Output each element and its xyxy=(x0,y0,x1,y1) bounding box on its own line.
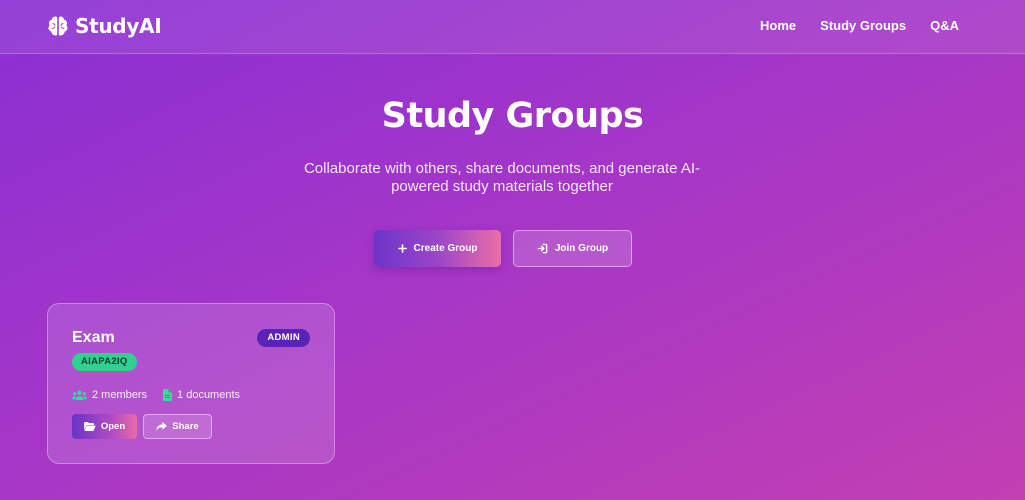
brain-icon xyxy=(46,14,70,38)
create-group-label: Create Group xyxy=(413,243,478,254)
nav-link-qa[interactable]: Q&A xyxy=(930,18,959,33)
share-group-button[interactable]: Share xyxy=(143,414,212,439)
open-label: Open xyxy=(100,421,126,432)
group-code-badge: AIAPA2IQ xyxy=(72,353,137,371)
plus-icon xyxy=(397,244,407,253)
join-group-label: Join Group xyxy=(554,243,609,254)
sign-in-icon xyxy=(537,243,548,254)
top-navbar: StudyAI Home Study Groups Q&A xyxy=(0,0,1025,54)
group-stats: 2 members 1 documents xyxy=(72,389,240,401)
documents-count: 1 documents xyxy=(177,389,241,401)
group-name: Exam xyxy=(72,329,115,346)
document-icon xyxy=(163,389,173,401)
brand-logo[interactable]: StudyAI xyxy=(46,11,162,41)
page-subtitle: Collaborate with others, share documents… xyxy=(303,160,701,195)
open-group-button[interactable]: Open xyxy=(72,414,137,439)
members-count: 2 members xyxy=(92,389,148,401)
members-stat: 2 members xyxy=(72,389,147,401)
nav-link-home[interactable]: Home xyxy=(760,18,796,33)
join-group-button[interactable]: Join Group xyxy=(513,230,632,267)
role-badge: ADMIN xyxy=(257,329,310,347)
nav-link-study-groups[interactable]: Study Groups xyxy=(820,18,906,33)
brand-name: StudyAI xyxy=(75,14,162,38)
create-group-button[interactable]: Create Group xyxy=(374,230,501,267)
users-icon xyxy=(72,390,87,401)
page-title: Study Groups xyxy=(381,96,644,136)
folder-open-icon xyxy=(84,422,96,431)
documents-stat: 1 documents xyxy=(163,389,240,401)
study-group-card: Exam ADMIN AIAPA2IQ 2 members 1 document… xyxy=(47,303,335,464)
nav-links: Home Study Groups Q&A xyxy=(760,18,959,33)
share-icon xyxy=(156,422,168,431)
share-label: Share xyxy=(172,421,199,432)
